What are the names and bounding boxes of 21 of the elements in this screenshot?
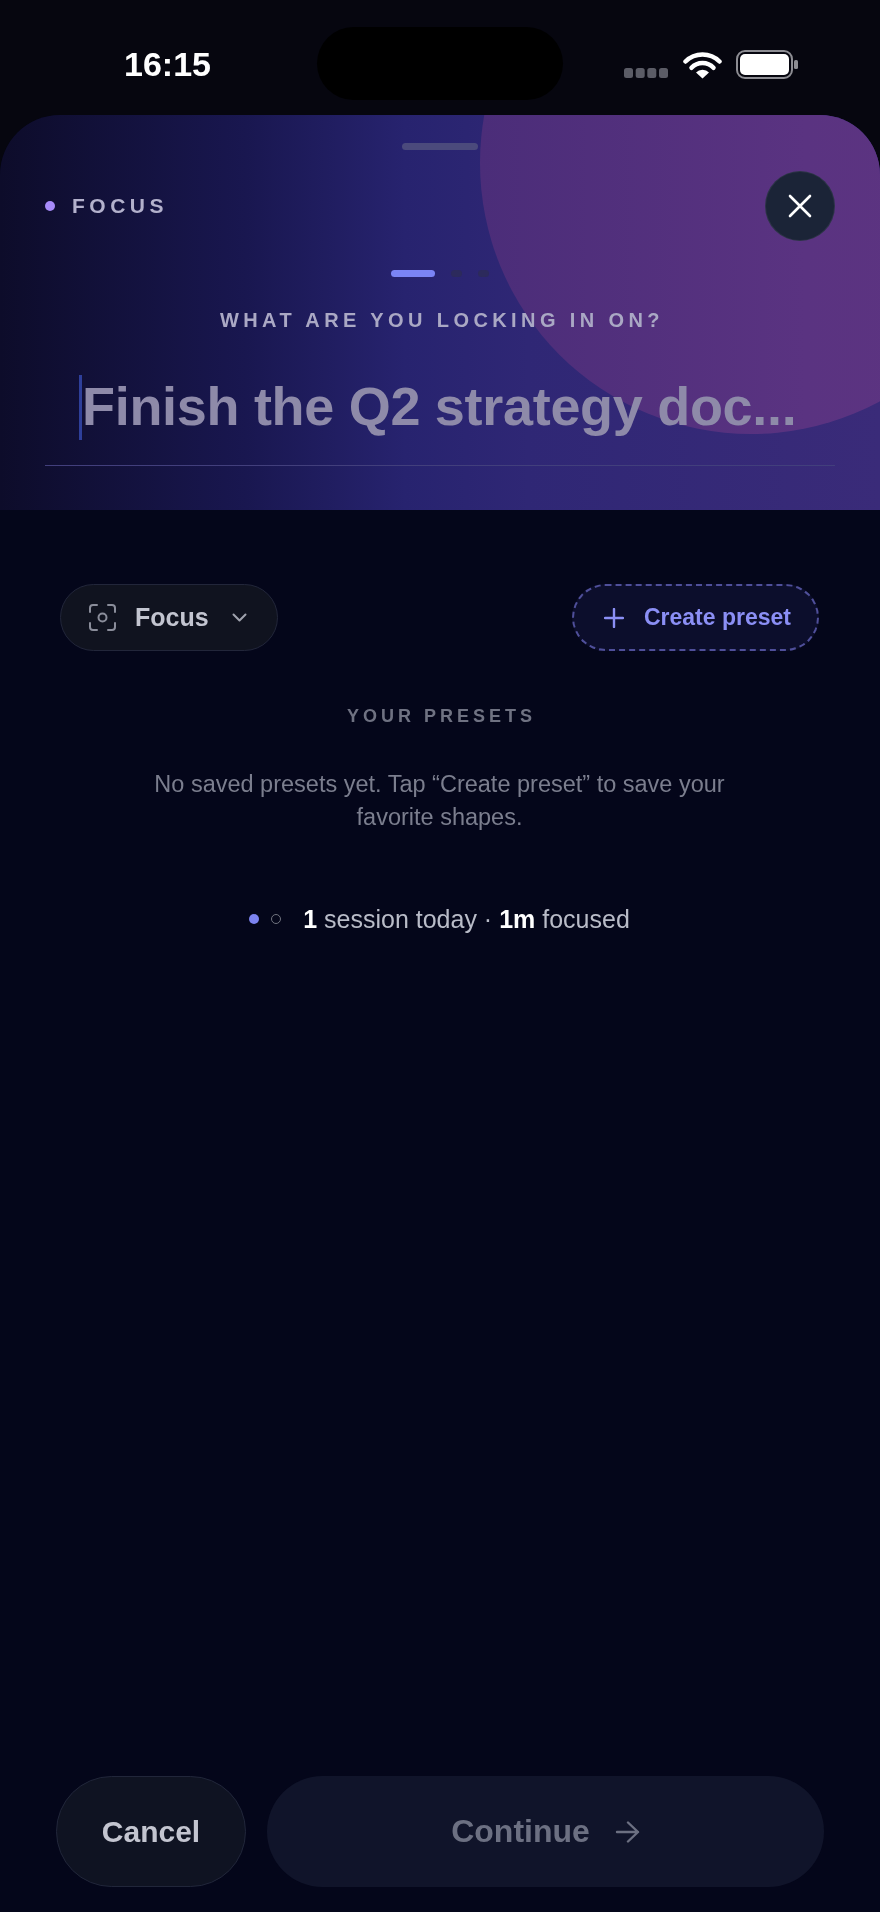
signal-icon xyxy=(624,68,668,78)
close-icon xyxy=(788,194,812,218)
create-preset-button[interactable]: Create preset xyxy=(571,584,819,651)
wifi-icon xyxy=(683,50,722,79)
session-summary: 1 session today · 1m focused xyxy=(303,904,630,935)
section-heading: YOUR PRESETS xyxy=(346,705,537,728)
drag-handle[interactable] xyxy=(402,143,478,150)
empty-message: No saved presets yet. Tap “Create preset” to save your favorite shapes. xyxy=(153,770,726,832)
status-time: 16:15 xyxy=(123,44,211,84)
cancel-button[interactable]: Cancel xyxy=(56,1776,246,1887)
viewfinder-icon xyxy=(89,604,116,631)
plus-icon xyxy=(603,607,624,628)
dot-icon xyxy=(45,201,55,211)
text-cursor-icon xyxy=(79,375,82,440)
task-input[interactable]: Finish the Q2 strategy doc... xyxy=(45,358,835,466)
prompt-heading: WHAT ARE YOU LOCKING IN ON? xyxy=(219,308,665,332)
battery-icon xyxy=(736,50,798,79)
mode-dropdown[interactable]: Focus xyxy=(60,584,278,651)
chevron-down-icon xyxy=(231,613,247,622)
mode-label: FOCUS xyxy=(72,194,168,218)
arrow-right-icon xyxy=(614,1820,640,1843)
